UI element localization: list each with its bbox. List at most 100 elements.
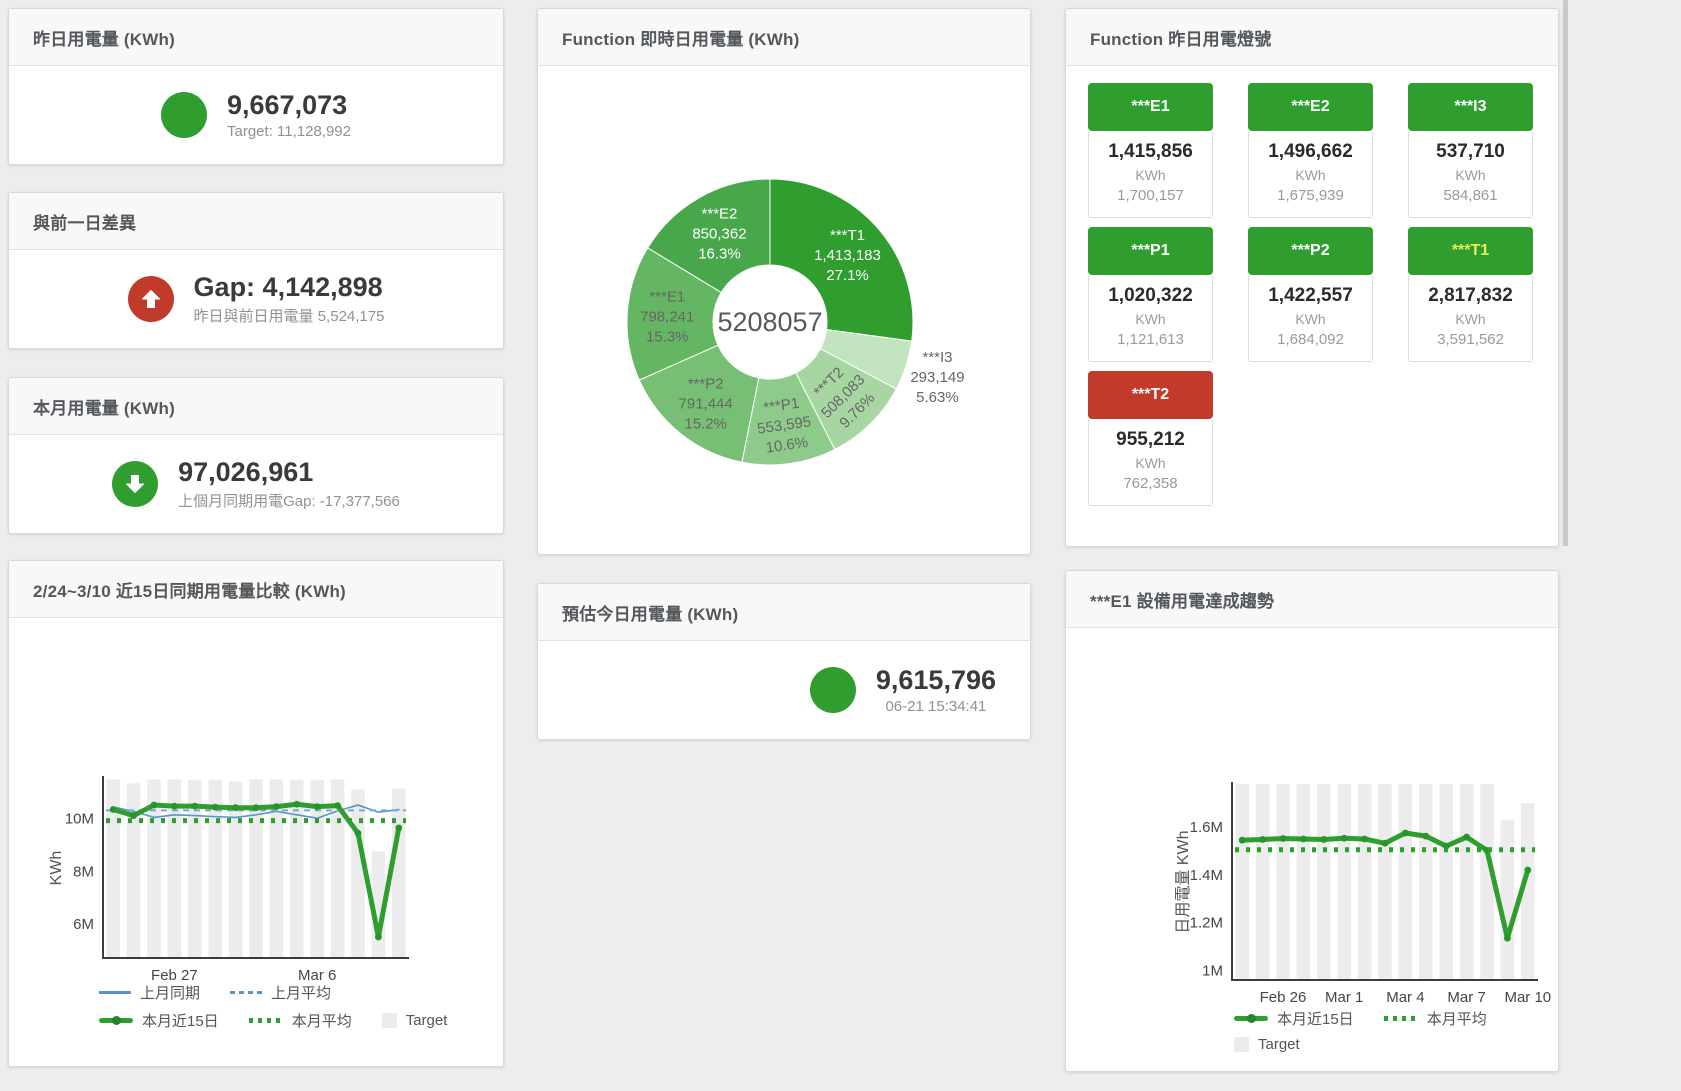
status-tile: ***E11,415,856KWh1,700,157: [1088, 83, 1213, 218]
tile-header: ***P2: [1248, 227, 1373, 275]
stat-subtitle: 昨日與前日用電量 5,524,175: [194, 305, 385, 326]
legend-label: 上月平均: [271, 982, 331, 1003]
stat-value: 9,615,796: [876, 665, 996, 696]
card-header: 2/24~3/10 近15日同期用電量比較 (KWh): [9, 561, 503, 618]
red-arrow-up-icon: [128, 276, 174, 322]
tile-body: 2,817,832KWh3,591,562: [1408, 275, 1533, 362]
green-status-circle-icon: [810, 667, 856, 713]
card-header: 本月用電量 (KWh): [9, 378, 503, 435]
legend-line-blue-swatch-icon: [99, 991, 131, 994]
stat-timestamp: 06-21 15:34:41: [885, 698, 986, 715]
comparison-line-chart[interactable]: 6M8M10MFeb 27Mar 6KWh: [9, 618, 501, 994]
card-realtime-donut: Function 即時日用電量 (KWh) ***T11,413,18327.1…: [537, 8, 1031, 555]
card-header: ***E1 設備用電達成趨勢: [1066, 571, 1558, 628]
stat-subtitle: 上個月同期用電Gap: -17,377,566: [178, 490, 400, 511]
tile-unit: KWh: [1411, 165, 1530, 185]
tile-header: ***T1: [1408, 227, 1533, 275]
legend-dot-green-swatch-icon: [249, 1018, 283, 1023]
legend-dot-green-swatch-icon: [1384, 1016, 1418, 1021]
legend-label: Target: [1258, 1036, 1300, 1053]
card-title: 與前一日差異: [33, 209, 136, 234]
e1-trend-line-chart[interactable]: 1M1.2M1.4M1.6MFeb 26Mar 1Mar 4Mar 7Mar 1…: [1066, 628, 1558, 1006]
card-title: 2/24~3/10 近15日同期用電量比較 (KWh): [33, 577, 346, 602]
tile-value: 1,496,662: [1251, 139, 1370, 165]
tile-header: ***E2: [1248, 83, 1373, 131]
tile-target-value: 1,121,613: [1091, 329, 1210, 351]
card-day-gap: 與前一日差異 Gap: 4,142,898 昨日與前日用電量 5,524,175: [8, 192, 504, 349]
status-tiles-grid: ***E11,415,856KWh1,700,157***E21,496,662…: [1066, 66, 1558, 506]
svg-text:8M: 8M: [73, 863, 94, 880]
tile-body: 1,415,856KWh1,700,157: [1088, 131, 1213, 218]
legend-line-green-swatch-icon: [99, 1018, 133, 1023]
realtime-donut-chart[interactable]: ***T11,413,18327.1%***I3293,1495.63%***T…: [538, 66, 1030, 554]
legend-item[interactable]: 本月近15日: [1234, 1008, 1354, 1029]
tile-unit: KWh: [1251, 165, 1370, 185]
tile-header: ***I3: [1408, 83, 1533, 131]
card-title: 昨日用電量 (KWh): [33, 25, 175, 50]
tile-header: ***P1: [1088, 227, 1213, 275]
tile-unit: KWh: [1091, 165, 1210, 185]
tile-target-value: 1,675,939: [1251, 185, 1370, 207]
stat-value: Gap: 4,142,898: [194, 272, 385, 303]
status-tile: ***T12,817,832KWh3,591,562: [1408, 227, 1533, 362]
legend-label: 本月近15日: [1277, 1008, 1354, 1029]
card-header: Function 即時日用電量 (KWh): [538, 9, 1030, 66]
svg-text:Mar 1: Mar 1: [1325, 989, 1363, 1006]
tile-header: ***T2: [1088, 371, 1213, 419]
legend-item[interactable]: Target: [1234, 1036, 1300, 1053]
card-status-lights: Function 昨日用電燈號 ***E11,415,856KWh1,700,1…: [1065, 8, 1559, 547]
legend-item[interactable]: 本月平均: [1384, 1008, 1487, 1029]
card-title: 本月用電量 (KWh): [33, 394, 175, 419]
legend-item[interactable]: 本月平均: [249, 1010, 352, 1031]
green-status-circle-icon: [161, 92, 207, 138]
card-title: ***E1 設備用電達成趨勢: [1090, 587, 1274, 612]
svg-text:1.6M: 1.6M: [1190, 819, 1223, 836]
tile-header: ***E1: [1088, 83, 1213, 131]
card-header: Function 昨日用電燈號: [1066, 9, 1558, 66]
tile-unit: KWh: [1251, 309, 1370, 329]
stat-row: 9,667,073 Target: 11,128,992: [9, 66, 503, 163]
svg-text:6M: 6M: [73, 916, 94, 933]
tile-unit: KWh: [1091, 453, 1210, 473]
status-tile: ***P11,020,322KWh1,121,613: [1088, 227, 1213, 362]
svg-text:日用電量 KWh: 日用電量 KWh: [1175, 830, 1192, 933]
stat-row: Gap: 4,142,898 昨日與前日用電量 5,524,175: [9, 250, 503, 347]
green-arrow-down-icon: [112, 461, 158, 507]
svg-text:10M: 10M: [65, 811, 94, 828]
svg-text:Mar 7: Mar 7: [1447, 989, 1485, 1006]
legend-item[interactable]: 本月近15日: [99, 1010, 219, 1031]
tile-target-value: 3,591,562: [1411, 329, 1530, 351]
tile-value: 1,415,856: [1091, 139, 1210, 165]
card-month-usage: 本月用電量 (KWh) 97,026,961 上個月同期用電Gap: -17,3…: [8, 377, 504, 534]
legend-label: 上月同期: [140, 982, 200, 1003]
legend-label: 本月近15日: [142, 1010, 219, 1031]
svg-text:Mar 10: Mar 10: [1504, 989, 1551, 1006]
status-tile: ***I3537,710KWh584,861: [1408, 83, 1533, 218]
tile-value: 2,817,832: [1411, 283, 1530, 309]
tile-unit: KWh: [1411, 309, 1530, 329]
tile-body: 955,212KWh762,358: [1088, 419, 1213, 506]
status-tile: ***E2 1,496,662KWh1,675,939: [1248, 83, 1373, 218]
tile-unit: KWh: [1091, 309, 1210, 329]
tile-target-value: 762,358: [1091, 473, 1210, 495]
legend-item[interactable]: 上月同期: [99, 982, 200, 1003]
tile-body: 1,020,322KWh1,121,613: [1088, 275, 1213, 362]
svg-text:5208057: 5208057: [717, 307, 822, 337]
legend-item[interactable]: Target: [382, 1012, 448, 1029]
svg-text:***I3293,1495.63%: ***I3293,1495.63%: [910, 349, 964, 406]
legend-item[interactable]: 上月平均: [230, 982, 331, 1003]
legend-square-swatch-icon: [382, 1013, 397, 1028]
legend-dash-blue-swatch-icon: [230, 991, 262, 994]
tile-value: 1,020,322: [1091, 283, 1210, 309]
tile-value: 1,422,557: [1251, 283, 1370, 309]
stat-subtitle: Target: 11,128,992: [227, 123, 351, 140]
stat-value: 9,667,073: [227, 90, 351, 121]
card-yesterday-usage: 昨日用電量 (KWh) 9,667,073 Target: 11,128,992: [8, 8, 504, 165]
scrollbar[interactable]: [1563, 0, 1568, 546]
card-today-estimate: 預估今日用電量 (KWh) 9,615,796 06-21 15:34:41: [537, 583, 1031, 740]
status-tile: ***T2955,212KWh762,358: [1088, 371, 1213, 506]
stat-row: 97,026,961 上個月同期用電Gap: -17,377,566: [9, 435, 503, 532]
tile-target-value: 1,700,157: [1091, 185, 1210, 207]
card-title: Function 即時日用電量 (KWh): [562, 25, 799, 50]
status-tile: ***P21,422,557KWh1,684,092: [1248, 227, 1373, 362]
